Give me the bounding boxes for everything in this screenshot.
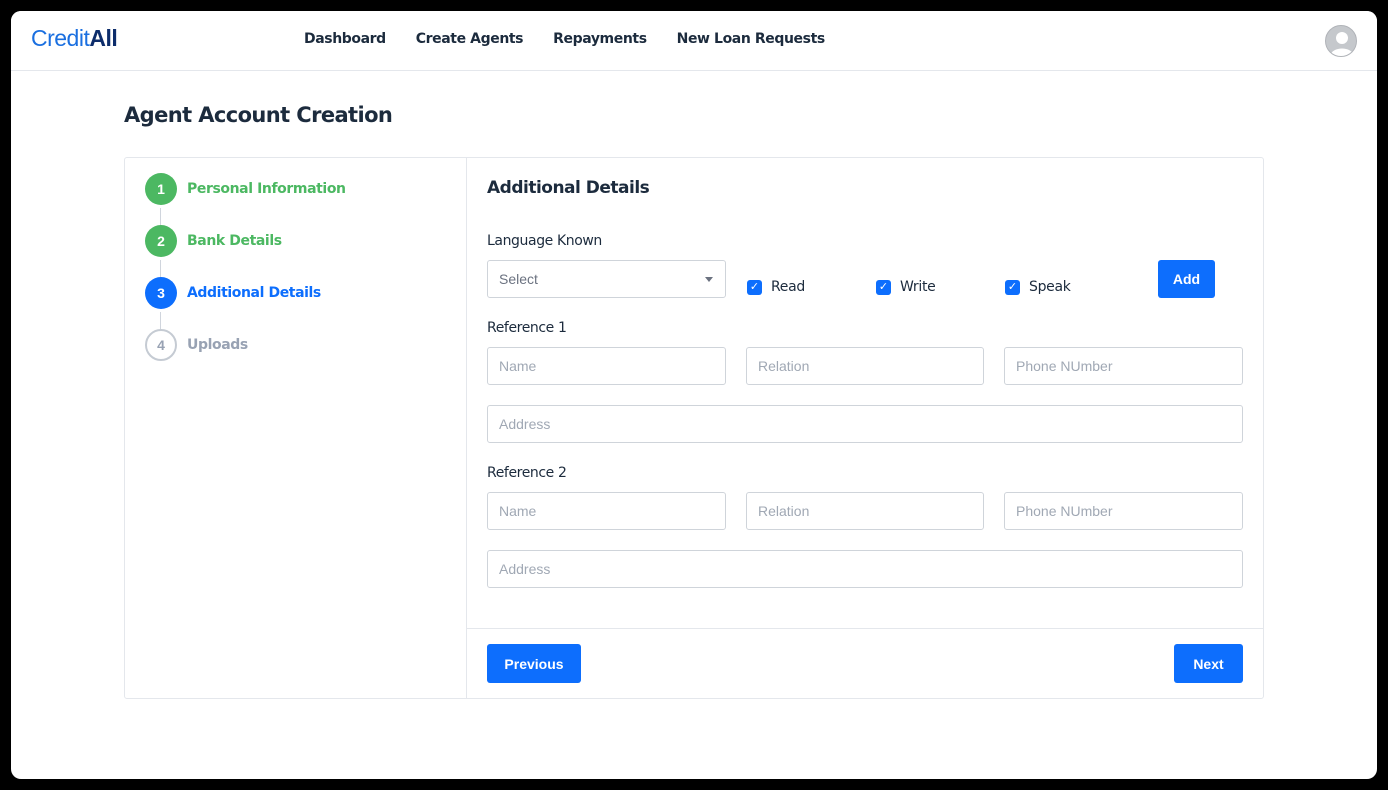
step-number-1: 1: [145, 173, 177, 205]
reference-1-address-input[interactable]: [487, 405, 1243, 443]
page-title: Agent Account Creation: [124, 103, 393, 127]
step-number-4: 4: [145, 329, 177, 361]
language-known-label: Language Known: [487, 233, 602, 249]
user-avatar-icon[interactable]: [1325, 25, 1357, 57]
wizard-steps: 1 Personal Information 2 Bank Details 3 …: [125, 158, 467, 698]
checkmark-icon: ✓: [1005, 279, 1020, 295]
step-label: Bank Details: [187, 233, 282, 249]
reference-2-name-input[interactable]: [487, 492, 726, 530]
step-personal-information[interactable]: 1 Personal Information: [145, 173, 346, 205]
nav-repayments[interactable]: Repayments: [553, 31, 647, 47]
step-bank-details[interactable]: 2 Bank Details: [145, 225, 282, 257]
checkmark-icon: ✓: [747, 279, 762, 295]
reference-1-name-input[interactable]: [487, 347, 726, 385]
top-nav-bar: CreditAll Dashboard Create Agents Repaym…: [11, 11, 1377, 71]
reference-1-relation-input[interactable]: [746, 347, 984, 385]
additional-details-form: Additional Details Language Known Select…: [467, 158, 1263, 698]
nav-dashboard[interactable]: Dashboard: [304, 31, 386, 47]
read-label: Read: [771, 279, 805, 295]
step-number-3: 3: [145, 277, 177, 309]
speak-label: Speak: [1029, 279, 1071, 295]
step-uploads[interactable]: 4 Uploads: [145, 329, 248, 361]
main-nav: Dashboard Create Agents Repayments New L…: [304, 31, 825, 47]
logo-part-credit: Credit: [31, 25, 90, 51]
language-select[interactable]: Select: [487, 260, 726, 298]
previous-button[interactable]: Previous: [487, 644, 581, 683]
step-label: Additional Details: [187, 285, 321, 301]
write-label: Write: [900, 279, 936, 295]
reference-2-label: Reference 2: [487, 465, 567, 481]
reference-2-address-input[interactable]: [487, 550, 1243, 588]
step-label: Personal Information: [187, 181, 346, 197]
wizard-card: 1 Personal Information 2 Bank Details 3 …: [124, 157, 1264, 699]
step-additional-details[interactable]: 3 Additional Details: [145, 277, 321, 309]
app-window: CreditAll Dashboard Create Agents Repaym…: [11, 11, 1377, 779]
speak-checkbox[interactable]: ✓ Speak: [1005, 279, 1071, 295]
next-button[interactable]: Next: [1174, 644, 1243, 683]
reference-1-phone-input[interactable]: [1004, 347, 1243, 385]
section-title: Additional Details: [487, 178, 650, 198]
language-select-value: Select: [499, 271, 538, 287]
step-number-2: 2: [145, 225, 177, 257]
reference-2-phone-input[interactable]: [1004, 492, 1243, 530]
step-label: Uploads: [187, 337, 248, 353]
creditall-logo[interactable]: CreditAll: [31, 25, 118, 52]
checkmark-icon: ✓: [876, 279, 891, 295]
chevron-down-icon: [705, 277, 713, 282]
logo-part-all: All: [89, 25, 118, 51]
nav-new-loan-requests[interactable]: New Loan Requests: [677, 31, 826, 47]
add-language-button[interactable]: Add: [1158, 260, 1215, 298]
reference-2-relation-input[interactable]: [746, 492, 984, 530]
nav-create-agents[interactable]: Create Agents: [416, 31, 524, 47]
read-checkbox[interactable]: ✓ Read: [747, 279, 805, 295]
write-checkbox[interactable]: ✓ Write: [876, 279, 936, 295]
reference-1-label: Reference 1: [487, 320, 567, 336]
form-footer: Previous Next: [467, 628, 1263, 698]
